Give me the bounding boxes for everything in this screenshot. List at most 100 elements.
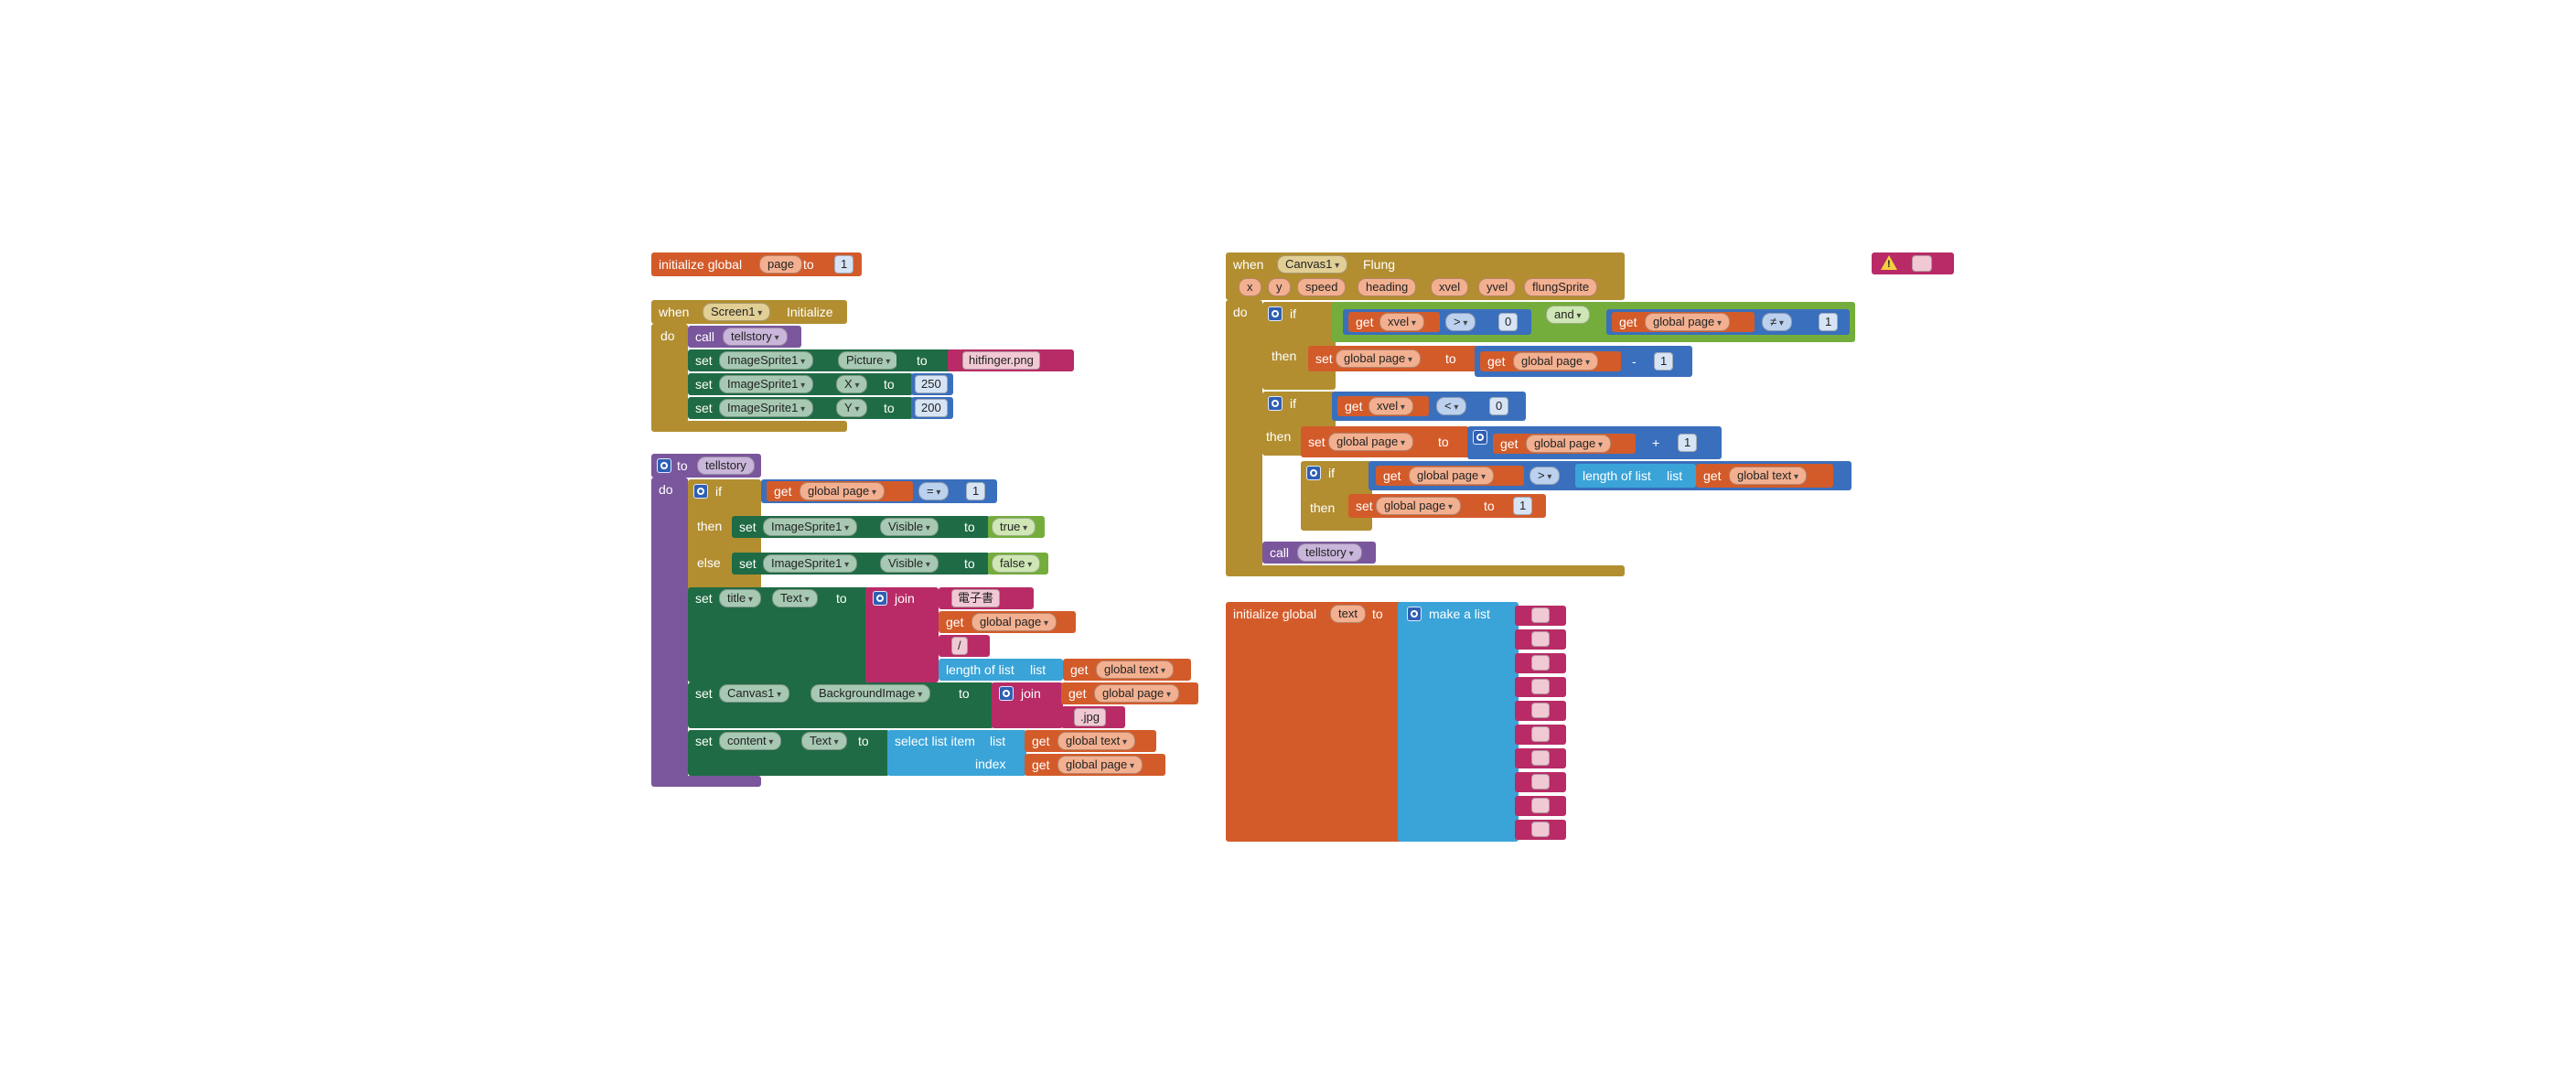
number-1[interactable]: 1 <box>1819 313 1839 331</box>
set-visible-false-block[interactable]: set ImageSprite1 Visible to <box>732 553 990 575</box>
set-title-text-block[interactable]: set title Text to <box>688 587 869 682</box>
get-global-text-block[interactable]: get global text <box>1063 659 1191 681</box>
call-tellstory-block[interactable]: call tellstory <box>1262 542 1376 564</box>
component-dropdown[interactable]: ImageSprite1 <box>719 351 814 370</box>
property-dropdown[interactable]: Visible <box>880 554 939 573</box>
join-block[interactable]: join <box>992 682 1063 728</box>
number-1[interactable]: 1 <box>1678 434 1698 452</box>
empty-string[interactable] <box>1531 703 1550 718</box>
get-global-page-block[interactable]: get global page <box>1480 351 1621 371</box>
operator-dropdown[interactable]: < <box>1436 397 1467 415</box>
empty-string[interactable] <box>1531 607 1550 623</box>
text-block-hitfinger[interactable]: hitfinger.png <box>948 349 1074 371</box>
and-block[interactable]: get xvel > 0 and get global page ≠ 1 <box>1332 302 1855 342</box>
param-y[interactable]: y <box>1268 278 1291 296</box>
empty-text-item[interactable] <box>1515 748 1566 768</box>
boolean-true-block[interactable]: true <box>988 516 1045 538</box>
gear-icon[interactable] <box>1473 430 1487 445</box>
get-global-page-block[interactable]: get global page <box>939 611 1076 633</box>
compare-block[interactable]: get xvel > 0 <box>1343 309 1531 335</box>
component-dropdown[interactable]: ImageSprite1 <box>719 375 814 393</box>
get-global-text-block[interactable]: get global text <box>1025 730 1156 752</box>
string-jpg[interactable]: .jpg <box>1074 708 1106 726</box>
var-dropdown[interactable]: global page <box>1336 349 1422 368</box>
component-dropdown[interactable]: ImageSprite1 <box>719 399 814 417</box>
param-speed[interactable]: speed <box>1297 278 1347 296</box>
string-block-ebook[interactable]: 電子書 <box>939 587 1034 609</box>
empty-string[interactable] <box>1531 822 1550 837</box>
var-dropdown[interactable]: global page <box>1513 352 1599 371</box>
call-tellstory-block[interactable]: call tellstory <box>688 326 801 348</box>
gear-icon[interactable] <box>693 484 708 499</box>
empty-text-item[interactable] <box>1515 653 1566 673</box>
string-ebook[interactable]: 電子書 <box>951 589 1001 607</box>
var-dropdown[interactable]: global page <box>1094 684 1180 703</box>
empty-text-item[interactable] <box>1515 772 1566 792</box>
init-global-page-block[interactable]: initialize global page to 1 <box>651 252 862 276</box>
param-yvel[interactable]: yvel <box>1478 278 1517 296</box>
property-dropdown[interactable]: BackgroundImage <box>810 684 931 703</box>
number-1[interactable]: 1 <box>834 255 854 274</box>
operator-dropdown[interactable]: > <box>1530 467 1561 485</box>
var-name-page[interactable]: page <box>759 255 802 274</box>
empty-string[interactable] <box>1531 798 1550 813</box>
set-global-page-block[interactable]: set global page to 1 <box>1348 494 1546 518</box>
get-global-page-block[interactable]: get global page <box>1061 682 1198 704</box>
empty-string[interactable] <box>1531 750 1550 766</box>
component-dropdown-canvas1[interactable]: Canvas1 <box>1277 255 1348 274</box>
empty-text-item[interactable] <box>1515 725 1566 745</box>
init-global-text-block[interactable]: initialize global text to <box>1226 602 1403 842</box>
var-dropdown[interactable]: global page <box>1645 313 1731 331</box>
canvas1-flung-event[interactable]: when Canvas1 Flung x y speed heading xve… <box>1226 252 1625 300</box>
set-y-block[interactable]: set ImageSprite1 Y to <box>688 397 913 419</box>
var-dropdown[interactable]: global page <box>1526 435 1612 453</box>
number-0[interactable]: 0 <box>1489 397 1509 415</box>
empty-text-block[interactable]: ! <box>1872 252 1954 274</box>
set-visible-true-block[interactable]: set ImageSprite1 Visible to <box>732 516 990 538</box>
var-dropdown[interactable]: global page <box>1328 433 1414 451</box>
get-global-page-block[interactable]: get global page <box>1376 466 1524 486</box>
set-content-text-block[interactable]: set content Text to <box>688 730 889 776</box>
join-block[interactable]: join <box>865 587 939 682</box>
gear-icon[interactable] <box>657 458 671 473</box>
var-dropdown[interactable]: global text <box>1057 732 1136 750</box>
number-250[interactable]: 250 <box>915 375 948 393</box>
var-dropdown[interactable]: global text <box>1096 661 1175 679</box>
and-dropdown[interactable]: and <box>1546 306 1590 324</box>
string-hitfinger[interactable]: hitfinger.png <box>962 351 1040 370</box>
number-1[interactable]: 1 <box>1654 352 1674 371</box>
component-dropdown-screen1[interactable]: Screen1 <box>703 303 771 321</box>
number-block-250[interactable]: 250 <box>911 373 953 395</box>
set-x-block[interactable]: set ImageSprite1 X to <box>688 373 913 395</box>
var-dropdown[interactable]: global page <box>800 482 886 500</box>
property-dropdown[interactable]: Text <box>801 732 847 750</box>
var-dropdown[interactable]: xvel <box>1368 397 1413 415</box>
get-global-page-block[interactable]: get global page <box>1493 434 1636 454</box>
string-slash[interactable]: / <box>951 637 968 655</box>
param-xvel[interactable]: xvel <box>1431 278 1469 296</box>
component-dropdown[interactable]: ImageSprite1 <box>763 518 858 536</box>
length-of-list-block[interactable]: length of list list <box>939 659 1063 681</box>
empty-string[interactable] <box>1531 726 1550 742</box>
operator-dropdown[interactable]: ≠ <box>1762 313 1792 331</box>
param-heading[interactable]: heading <box>1358 278 1417 296</box>
empty-string[interactable] <box>1531 631 1550 647</box>
compare-block[interactable]: get global page ≠ 1 <box>1606 309 1850 335</box>
var-dropdown[interactable]: global page <box>1409 467 1495 485</box>
length-of-list-block[interactable]: length of list list <box>1575 464 1696 488</box>
number-block-200[interactable]: 200 <box>911 397 953 419</box>
empty-text-item[interactable] <box>1515 820 1566 840</box>
compare-block[interactable]: get global page > length of list list ge… <box>1368 461 1852 490</box>
empty-string[interactable] <box>1531 655 1550 671</box>
component-dropdown[interactable]: ImageSprite1 <box>763 554 858 573</box>
set-global-page-block[interactable]: set global page to <box>1301 426 1469 457</box>
empty-text-item[interactable] <box>1515 629 1566 650</box>
get-xvel-block[interactable]: get xvel <box>1337 396 1429 416</box>
component-dropdown[interactable]: content <box>719 732 782 750</box>
screen1-initialize-event[interactable]: when Screen1 Initialize <box>651 300 847 324</box>
get-global-page-block[interactable]: get global page <box>1025 754 1165 776</box>
var-dropdown[interactable]: global page <box>1376 497 1462 515</box>
empty-string[interactable] <box>1912 255 1932 272</box>
minus-block[interactable]: get global page - 1 <box>1475 346 1692 377</box>
number-1[interactable]: 1 <box>966 482 986 500</box>
